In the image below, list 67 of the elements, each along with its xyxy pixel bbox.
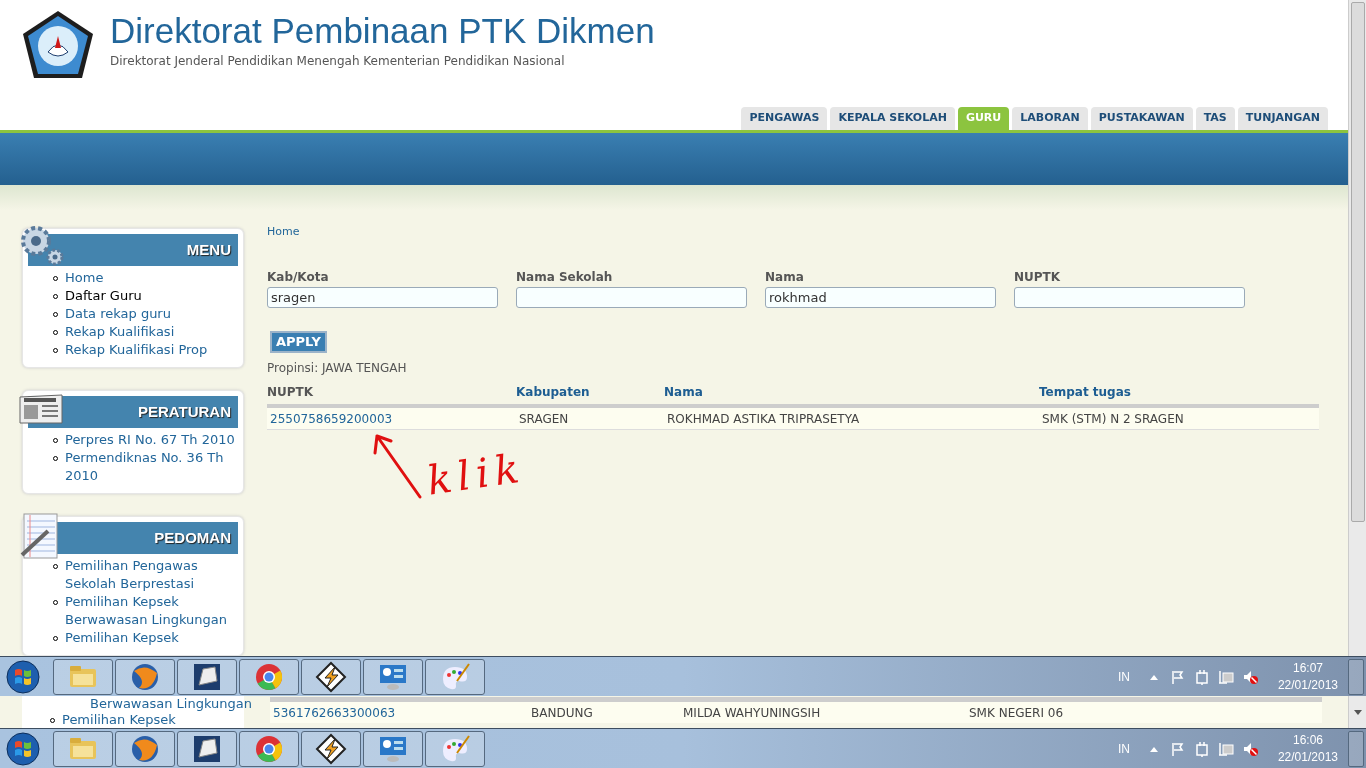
site-title: Direktorat Pembinaan PTK Dikmen <box>110 10 655 52</box>
table-link[interactable]: 2550758659200003 <box>270 412 393 426</box>
input-field[interactable]: sragen <box>267 286 498 308</box>
sidebar-link[interactable]: Rekap Kualifikasi Prop <box>65 341 208 359</box>
sidebar-heading: MENU <box>28 234 238 266</box>
sidebar-link[interactable]: Pemilihan Kepsek <box>62 712 176 728</box>
apply-button[interactable]: APPLY <box>270 330 327 353</box>
sidebar-link[interactable]: Berwawasan Lingkungan <box>90 696 252 712</box>
start-button[interactable] <box>3 729 43 768</box>
field-label: Nama Sekolah <box>516 268 613 286</box>
network-icon[interactable] <box>1217 740 1234 757</box>
sidebar-link[interactable]: Pemilihan Kepsek Berwawasan Lingkungan <box>65 593 238 629</box>
input-field[interactable] <box>1014 286 1245 308</box>
scrollbar[interactable] <box>1348 696 1366 728</box>
input-field[interactable]: rokhmad <box>765 286 996 308</box>
plug-icon[interactable] <box>1193 668 1210 685</box>
taskbar-button[interactable] <box>177 730 237 767</box>
sidebar-link[interactable]: Pemilihan Kepsek <box>65 629 179 647</box>
windows-logo-icon <box>6 731 40 766</box>
scroll-thumb[interactable] <box>1350 2 1365 522</box>
column-header-link[interactable]: Nama <box>664 384 703 399</box>
table-cell: SMK NEGERI 06 <box>969 705 1064 720</box>
nav-tab[interactable]: TUNJANGAN <box>1237 107 1328 130</box>
scrollbar[interactable] <box>1348 0 1366 656</box>
sidebar-link[interactable]: Daftar Guru <box>65 287 142 305</box>
table-link[interactable]: 5361762663300063 <box>273 705 396 720</box>
lightning-icon <box>315 732 347 765</box>
column-header-link[interactable]: Tempat tugas <box>1039 384 1131 399</box>
taskbar-button[interactable] <box>301 658 361 695</box>
network-icon[interactable] <box>1217 668 1234 685</box>
flag-icon[interactable] <box>1169 740 1186 757</box>
plug-icon[interactable] <box>1193 740 1210 757</box>
lightning-icon <box>315 660 347 693</box>
sidebar-link[interactable]: Home <box>65 269 104 287</box>
column-header: NUPTK <box>267 384 314 399</box>
flag-icon[interactable] <box>1169 668 1186 685</box>
breadcrumb-link[interactable]: Home <box>267 224 300 241</box>
field-label: Kab/Kota <box>267 268 329 286</box>
column-header-link[interactable]: Kabupaten <box>516 384 590 399</box>
sidebar-link[interactable]: Rekap Kualifikasi <box>65 323 175 341</box>
start-button[interactable] <box>3 657 43 696</box>
table-cell: BANDUNG <box>531 705 593 720</box>
site-subtitle: Direktorat Jenderal Pendidikan Menengah Kementerian Pendidikan Nasional <box>110 53 566 70</box>
sidebar-link[interactable]: Perpres RI No. 67 Th 2010 <box>65 431 235 449</box>
scroll-down-icon[interactable] <box>1353 710 1362 716</box>
sidebar-link[interactable]: Data rekap guru <box>65 305 171 323</box>
nav-tab[interactable]: TAS <box>1195 107 1235 130</box>
table-cell: MILDA WAHYUNINGSIH <box>683 705 821 720</box>
nav-tab[interactable]: LABORAN <box>1012 107 1088 130</box>
nav-tab[interactable]: PUSTAKAWAN <box>1090 107 1193 130</box>
windows-logo-icon <box>6 659 40 694</box>
input-field[interactable] <box>516 286 747 308</box>
sidebar-link[interactable]: Pemilihan Pengawas Sekolah Berprestasi <box>65 557 238 593</box>
handwritten-note: klik <box>424 444 528 503</box>
field-label: Nama <box>765 268 804 286</box>
taskbar-button[interactable] <box>301 730 361 767</box>
sidebar-link[interactable]: Permendiknas No. 36 Th 2010 <box>65 449 238 485</box>
arrow-drawing <box>371 432 423 499</box>
nav-tab[interactable]: PENGAWAS <box>741 107 828 130</box>
province-label: Propinsi: JAWA TENGAH <box>267 359 407 377</box>
table-cell: SRAGEN <box>519 412 569 426</box>
taskbar-button[interactable] <box>177 658 237 695</box>
nav-tab[interactable]: KEPALA SEKOLAH <box>830 107 955 130</box>
gear-icon <box>20 225 66 267</box>
table-cell: ROKHMAD ASTIKA TRIPRASETYA <box>667 412 860 426</box>
table-cell: SMK (STM) N 2 SRAGEN <box>1042 412 1184 426</box>
field-label: NUPTK <box>1014 268 1061 286</box>
